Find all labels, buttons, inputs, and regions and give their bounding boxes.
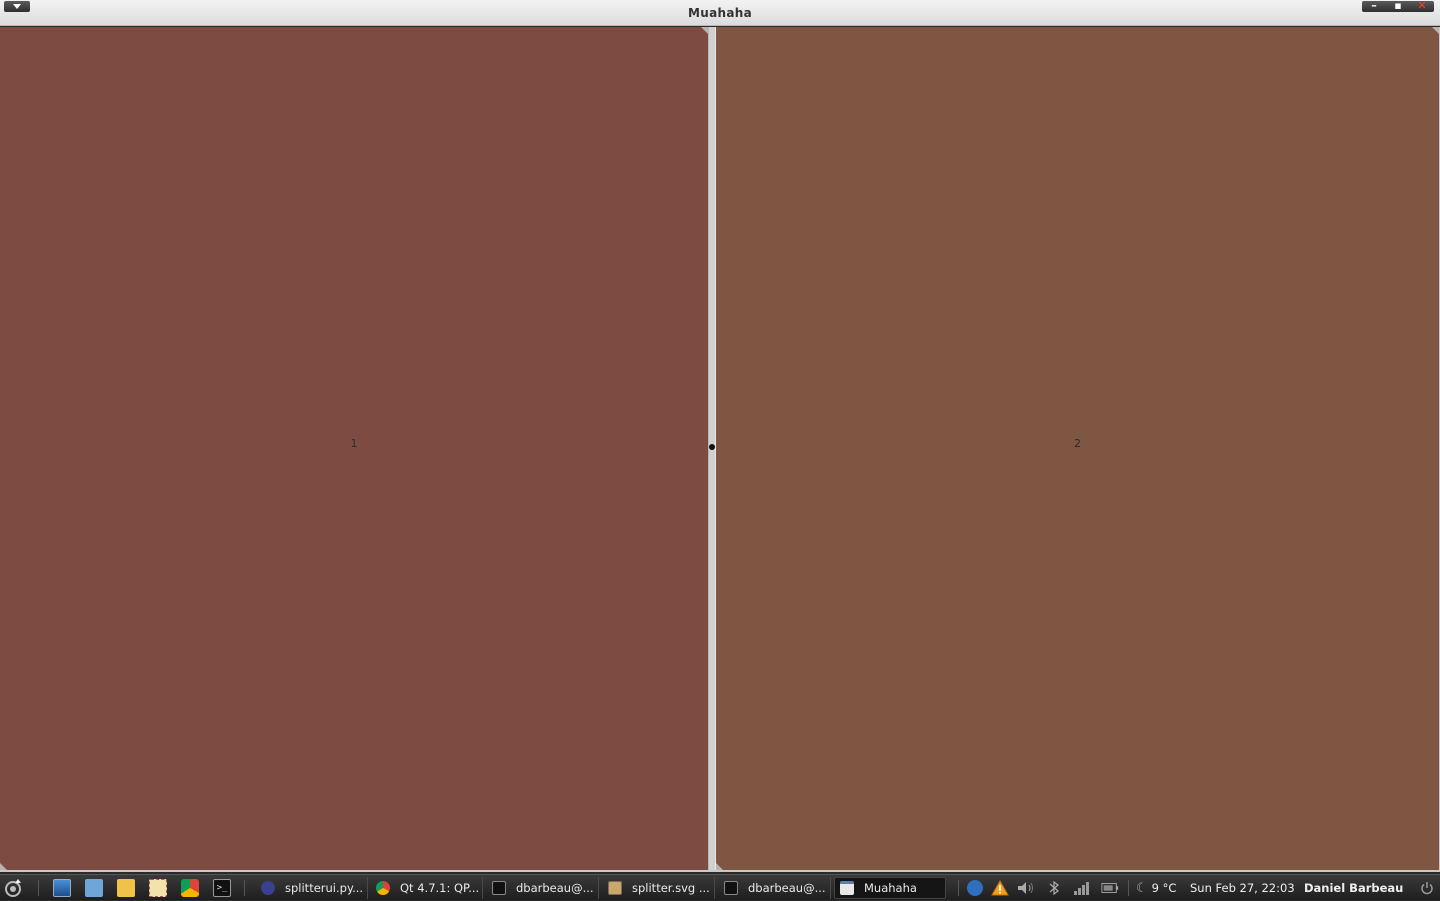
task-button-active[interactable]: Muahaha xyxy=(834,877,946,899)
terminal-icon xyxy=(492,881,506,895)
task-button[interactable]: splitter.svg ... xyxy=(603,877,715,899)
tray-battery[interactable] xyxy=(1101,879,1119,897)
tray-bluetooth[interactable] xyxy=(1045,879,1063,897)
weather-temperature: 9 °C xyxy=(1151,881,1177,895)
terminal-icon xyxy=(724,881,738,895)
taskbar-separator xyxy=(244,880,245,896)
tray-weather[interactable]: ☾ 9 °C xyxy=(1136,875,1176,901)
task-button[interactable]: dbarbeau@... xyxy=(487,877,599,899)
task-button[interactable]: Qt 4.7.1: QP... xyxy=(371,877,483,899)
pane-2-corner-grip[interactable] xyxy=(1432,27,1439,34)
tray-clock[interactable]: Sun Feb 27, 22:03 xyxy=(1190,875,1295,901)
desktop-icon xyxy=(53,879,71,897)
pane-2: 2 xyxy=(716,27,1439,870)
clock-datetime: Sun Feb 27, 22:03 xyxy=(1190,881,1295,895)
taskbar: >_ splitterui.py... Qt 4.7.1: QP... dbar… xyxy=(0,874,1440,900)
tray-network-manager[interactable] xyxy=(966,879,984,897)
bluetooth-icon xyxy=(1049,880,1060,896)
close-button[interactable]: ✕ xyxy=(1410,0,1434,12)
launcher-terminal[interactable]: >_ xyxy=(206,875,238,901)
signal-strength-icon xyxy=(1074,882,1089,895)
pane-2-corner-grip-bottom[interactable] xyxy=(716,863,723,870)
pane-1-corner-grip-bottom[interactable] xyxy=(0,863,7,870)
task-label: Muahaha xyxy=(864,881,917,895)
task-button[interactable]: dbarbeau@... xyxy=(719,877,831,899)
system-menu-icon xyxy=(5,879,21,897)
launcher-mail[interactable] xyxy=(142,875,174,901)
tray-warning[interactable] xyxy=(991,879,1009,897)
close-icon: ✕ xyxy=(1417,0,1427,12)
launcher-home-folder[interactable] xyxy=(78,875,110,901)
mail-icon xyxy=(149,879,167,897)
taskbar-separator xyxy=(958,880,959,896)
launcher-desktop[interactable] xyxy=(46,875,78,901)
task-button[interactable]: splitterui.py... xyxy=(256,877,368,899)
tray-power[interactable] xyxy=(1418,879,1436,897)
user-name: Daniel Barbeau xyxy=(1304,881,1404,895)
start-menu-button[interactable] xyxy=(2,875,24,901)
window-icon xyxy=(840,881,854,895)
minimize-button[interactable]: – xyxy=(1362,0,1386,12)
chrome-icon xyxy=(376,881,390,895)
tray-user[interactable]: Daniel Barbeau xyxy=(1304,875,1403,901)
taskbar-separator xyxy=(1128,880,1129,896)
task-label: dbarbeau@... xyxy=(516,881,594,895)
taskbar-separator xyxy=(38,880,39,896)
task-label: dbarbeau@... xyxy=(748,881,826,895)
chrome-icon xyxy=(181,879,199,897)
launcher-chrome[interactable] xyxy=(174,875,206,901)
eclipse-icon xyxy=(261,881,275,895)
pane-1-corner-grip[interactable] xyxy=(701,27,708,34)
moon-icon: ☾ xyxy=(1136,880,1148,896)
pane-1: 1 xyxy=(0,27,708,870)
window-titlebar[interactable]: Muahaha – ▪ ✕ xyxy=(0,0,1440,26)
maximize-button[interactable]: ▪ xyxy=(1386,0,1410,12)
tray-signal[interactable] xyxy=(1073,879,1091,897)
maximize-icon: ▪ xyxy=(1394,0,1402,12)
home-folder-icon xyxy=(85,879,103,897)
terminal-icon: >_ xyxy=(213,879,231,897)
window-controls: – ▪ ✕ xyxy=(1362,0,1434,12)
battery-icon xyxy=(1101,883,1119,893)
warning-icon xyxy=(991,880,1009,896)
task-label: Qt 4.7.1: QP... xyxy=(400,881,480,895)
task-label: splitterui.py... xyxy=(285,881,364,895)
pane-1-label: 1 xyxy=(350,437,358,450)
splitter-handle[interactable] xyxy=(709,444,715,450)
window-content: 1 2 xyxy=(0,27,1440,872)
task-label: splitter.svg ... xyxy=(632,881,710,895)
inkscape-icon xyxy=(608,881,622,895)
launcher-bar: >_ xyxy=(46,875,238,901)
pane-2-label: 2 xyxy=(1074,437,1081,450)
file-manager-icon xyxy=(117,879,135,897)
minimize-icon: – xyxy=(1371,0,1377,12)
launcher-file-manager[interactable] xyxy=(110,875,142,901)
window-title: Muahaha xyxy=(688,6,752,20)
sync-icon xyxy=(967,880,983,896)
volume-icon xyxy=(1018,882,1033,894)
tray-volume[interactable] xyxy=(1017,879,1035,897)
power-icon xyxy=(1421,882,1433,895)
